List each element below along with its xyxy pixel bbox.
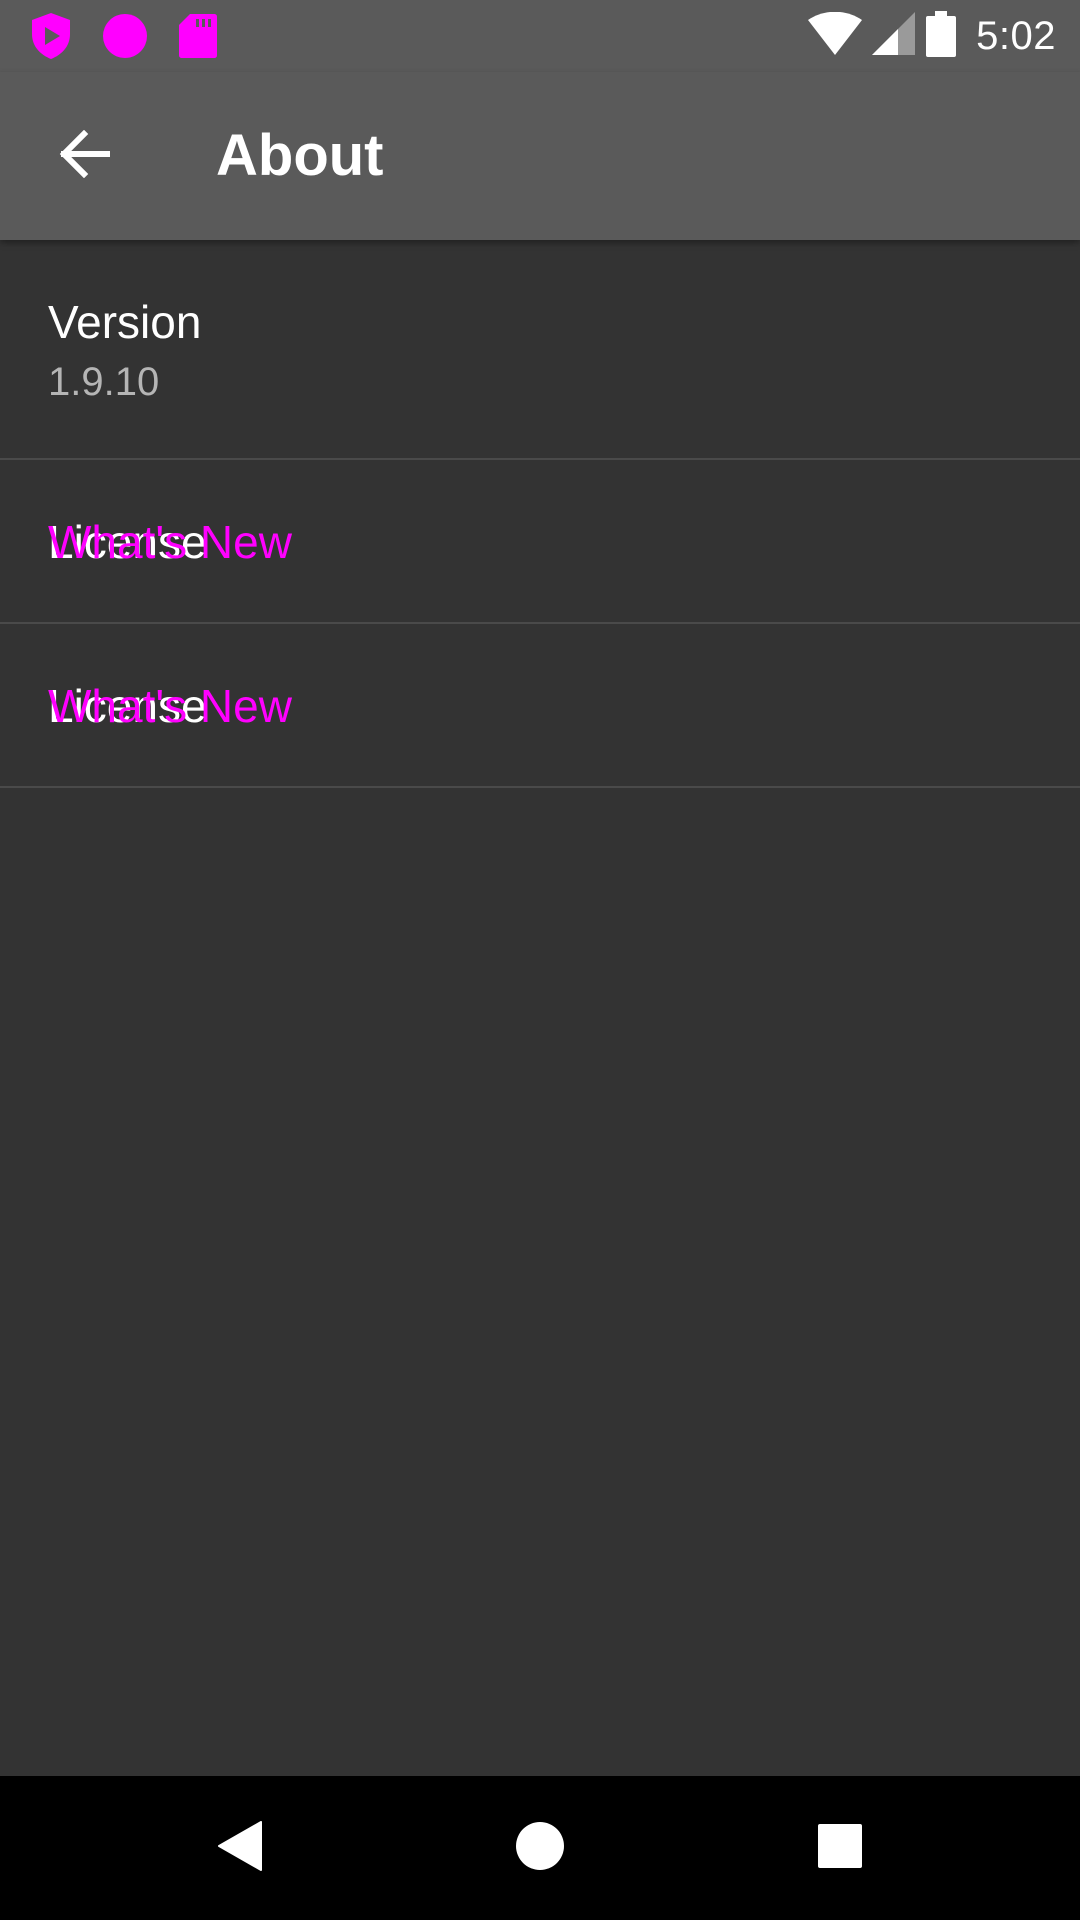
status-time: 5:02 (976, 13, 1056, 58)
version-label: Version (48, 296, 202, 348)
back-triangle-icon (217, 1820, 263, 1876)
notification-icons (30, 12, 218, 60)
wifi-icon (808, 11, 863, 61)
navigation-bar (0, 1776, 1080, 1920)
list-item-label-stack: License What's New (48, 624, 648, 786)
page-title: About (216, 123, 384, 188)
shield-play-icon (30, 12, 72, 60)
sd-card-icon (178, 13, 218, 59)
list-item[interactable]: License What's New (0, 460, 1080, 624)
home-circle-icon (515, 1821, 565, 1876)
nav-recents-button[interactable] (790, 1798, 890, 1898)
nav-back-button[interactable] (190, 1798, 290, 1898)
back-button[interactable] (40, 112, 128, 200)
version-row[interactable]: Version 1.9.10 (0, 240, 1080, 460)
arrow-back-icon (58, 129, 111, 183)
list-item-overlay-label: What's New (48, 680, 292, 732)
list-item[interactable]: License What's New (0, 624, 1080, 788)
list-item-label-stack: License What's New (48, 460, 648, 622)
list-item-overlay-label: What's New (48, 516, 292, 568)
cell-signal-icon (872, 11, 916, 61)
version-value: 1.9.10 (48, 360, 160, 404)
status-bar: 5:02 (0, 0, 1080, 72)
app-toolbar: About (0, 72, 1080, 240)
about-screen: 5:02 About Version 1.9.10 License What's… (0, 0, 1080, 1920)
recents-square-icon (817, 1823, 863, 1874)
circle-icon (102, 13, 148, 59)
about-list: Version 1.9.10 License What's New Licens… (0, 240, 1080, 788)
system-status: 5:02 (808, 10, 1056, 62)
nav-home-button[interactable] (490, 1798, 590, 1898)
battery-icon (926, 10, 957, 62)
